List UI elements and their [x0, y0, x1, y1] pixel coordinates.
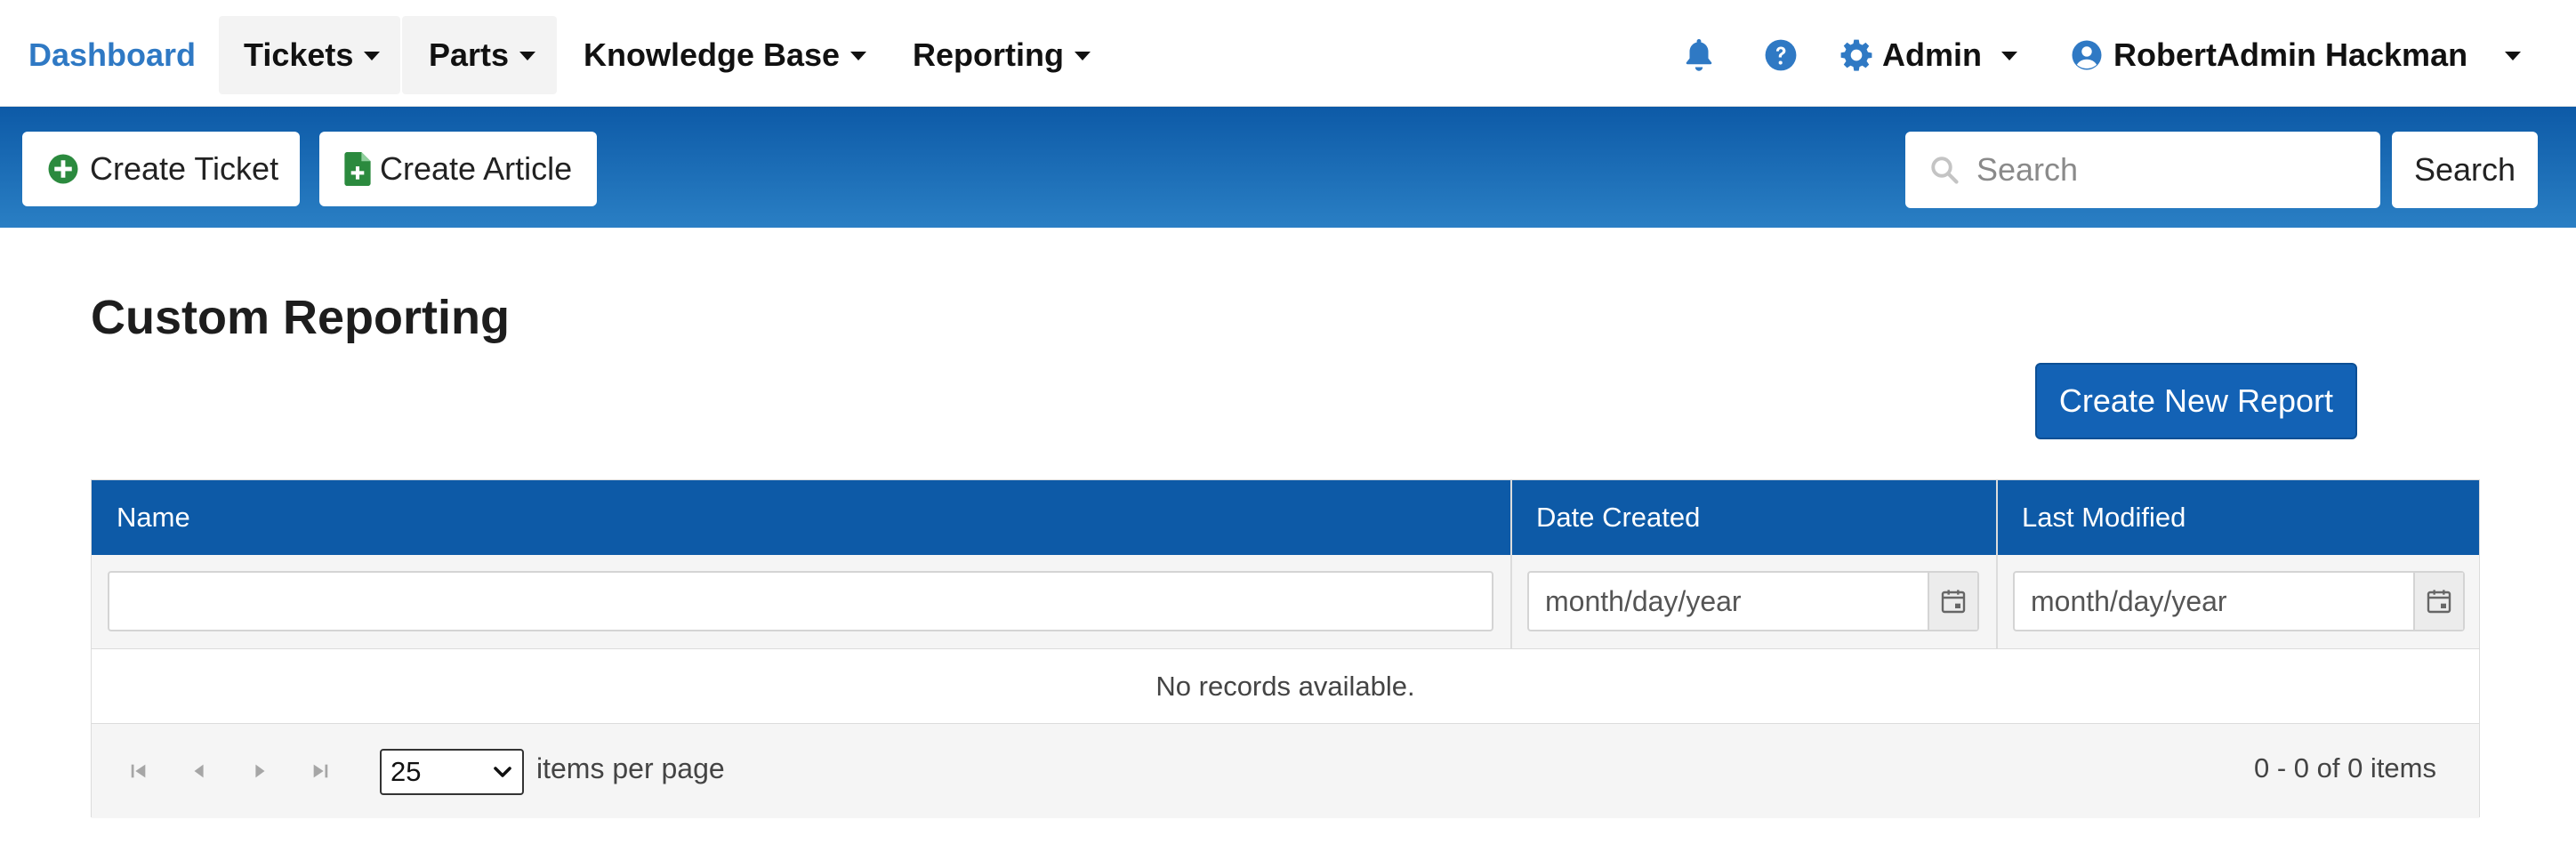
last-modified-placeholder: month/day/year	[2031, 584, 2227, 617]
user-name-label: RobertAdmin Hackman	[2113, 36, 2468, 73]
search-button-label: Search	[2413, 151, 2516, 188]
nav-knowledge-base-label: Knowledge Base	[584, 36, 841, 73]
create-article-button[interactable]: Create Article	[319, 132, 597, 206]
create-article-label: Create Article	[380, 150, 573, 187]
reports-grid: Name Date Created Last Modified month/da…	[91, 479, 2480, 818]
action-bar: Create Ticket Create Article Search	[0, 107, 2576, 228]
help-circle-icon	[1765, 39, 1797, 71]
create-ticket-label: Create Ticket	[90, 150, 279, 187]
page-title: Custom Reporting	[91, 291, 510, 344]
caret-down-icon	[364, 52, 381, 60]
name-filter-input[interactable]	[108, 571, 1493, 631]
create-new-report-label: Create New Report	[2058, 382, 2334, 419]
filter-row: month/day/year month/day/year	[92, 555, 2479, 649]
search-icon	[1931, 157, 1959, 184]
create-ticket-button[interactable]: Create Ticket	[22, 132, 300, 206]
nav-admin-menu[interactable]: Admin	[1839, 16, 2017, 94]
empty-message: No records available.	[92, 649, 2479, 724]
next-page-icon	[255, 764, 265, 778]
nav-admin-label: Admin	[1882, 36, 1982, 73]
last-modified-filter[interactable]: month/day/year	[2013, 571, 2465, 631]
first-page-icon	[131, 764, 146, 778]
nav-tickets-label: Tickets	[244, 36, 354, 73]
column-name-label: Name	[117, 502, 190, 533]
search-button[interactable]: Search	[2392, 132, 2538, 208]
calendar-icon	[2427, 590, 2451, 614]
chevron-down-icon	[494, 767, 511, 777]
column-header-last-modified[interactable]: Last Modified	[1997, 480, 2481, 555]
nav-reporting-menu[interactable]: Reporting	[913, 16, 1091, 94]
bell-icon	[1686, 39, 1712, 71]
last-page-icon	[313, 764, 328, 778]
date-created-filter[interactable]: month/day/year	[1527, 571, 1979, 631]
date-created-calendar-button[interactable]	[1928, 573, 1977, 630]
pager-info: 0 - 0 of 0 items	[2253, 752, 2436, 784]
previous-page-button[interactable]	[186, 758, 213, 784]
date-created-placeholder: month/day/year	[1545, 584, 1742, 617]
user-menu[interactable]: RobertAdmin Hackman	[2071, 16, 2522, 94]
column-header-name[interactable]: Name	[92, 480, 1511, 555]
page-size-label: items per page	[536, 752, 725, 784]
last-page-button[interactable]	[307, 758, 334, 784]
column-last-modified-label: Last Modified	[2022, 502, 2186, 533]
page-size-value: 25	[390, 756, 422, 787]
previous-page-icon	[194, 764, 204, 778]
column-divider	[1510, 480, 1512, 649]
column-date-created-label: Date Created	[1536, 502, 1701, 533]
help-button[interactable]	[1761, 16, 1800, 94]
gear-icon	[1840, 39, 1872, 71]
column-header-date-created[interactable]: Date Created	[1511, 480, 1997, 555]
search-field[interactable]	[1905, 132, 2380, 208]
user-circle-icon	[2072, 40, 2102, 70]
create-new-report-button[interactable]: Create New Report	[2035, 363, 2357, 439]
column-divider	[1996, 480, 1998, 649]
search-input[interactable]	[1976, 151, 2350, 189]
nav-reporting-label: Reporting	[913, 36, 1064, 73]
caret-down-icon	[1074, 52, 1091, 60]
first-page-button[interactable]	[125, 758, 152, 784]
caret-down-icon	[850, 52, 867, 60]
last-modified-calendar-button[interactable]	[2413, 573, 2463, 630]
grid-pager: 25 items per page 0 - 0 of 0 items	[92, 724, 2479, 818]
caret-down-icon	[519, 52, 536, 60]
nav-knowledge-base-menu[interactable]: Knowledge Base	[584, 16, 867, 94]
grid-header: Name Date Created Last Modified	[92, 480, 2479, 555]
caret-down-icon	[2001, 52, 2017, 60]
plus-circle-icon	[48, 154, 78, 184]
next-page-button[interactable]	[246, 758, 273, 784]
notifications-button[interactable]	[1679, 16, 1719, 94]
nav-dashboard-label: Dashboard	[28, 36, 197, 73]
nav-parts-menu[interactable]: Parts	[402, 16, 557, 94]
page-size-select[interactable]: 25	[380, 749, 524, 795]
calendar-icon	[1941, 590, 1966, 614]
caret-down-icon	[2505, 52, 2522, 60]
nav-tickets-menu[interactable]: Tickets	[219, 16, 400, 94]
nav-parts-label: Parts	[429, 36, 510, 73]
file-plus-icon	[344, 152, 371, 186]
top-navigation: Dashboard Tickets Parts Knowledge Base R…	[0, 0, 2576, 107]
nav-dashboard-link[interactable]: Dashboard	[28, 16, 196, 94]
